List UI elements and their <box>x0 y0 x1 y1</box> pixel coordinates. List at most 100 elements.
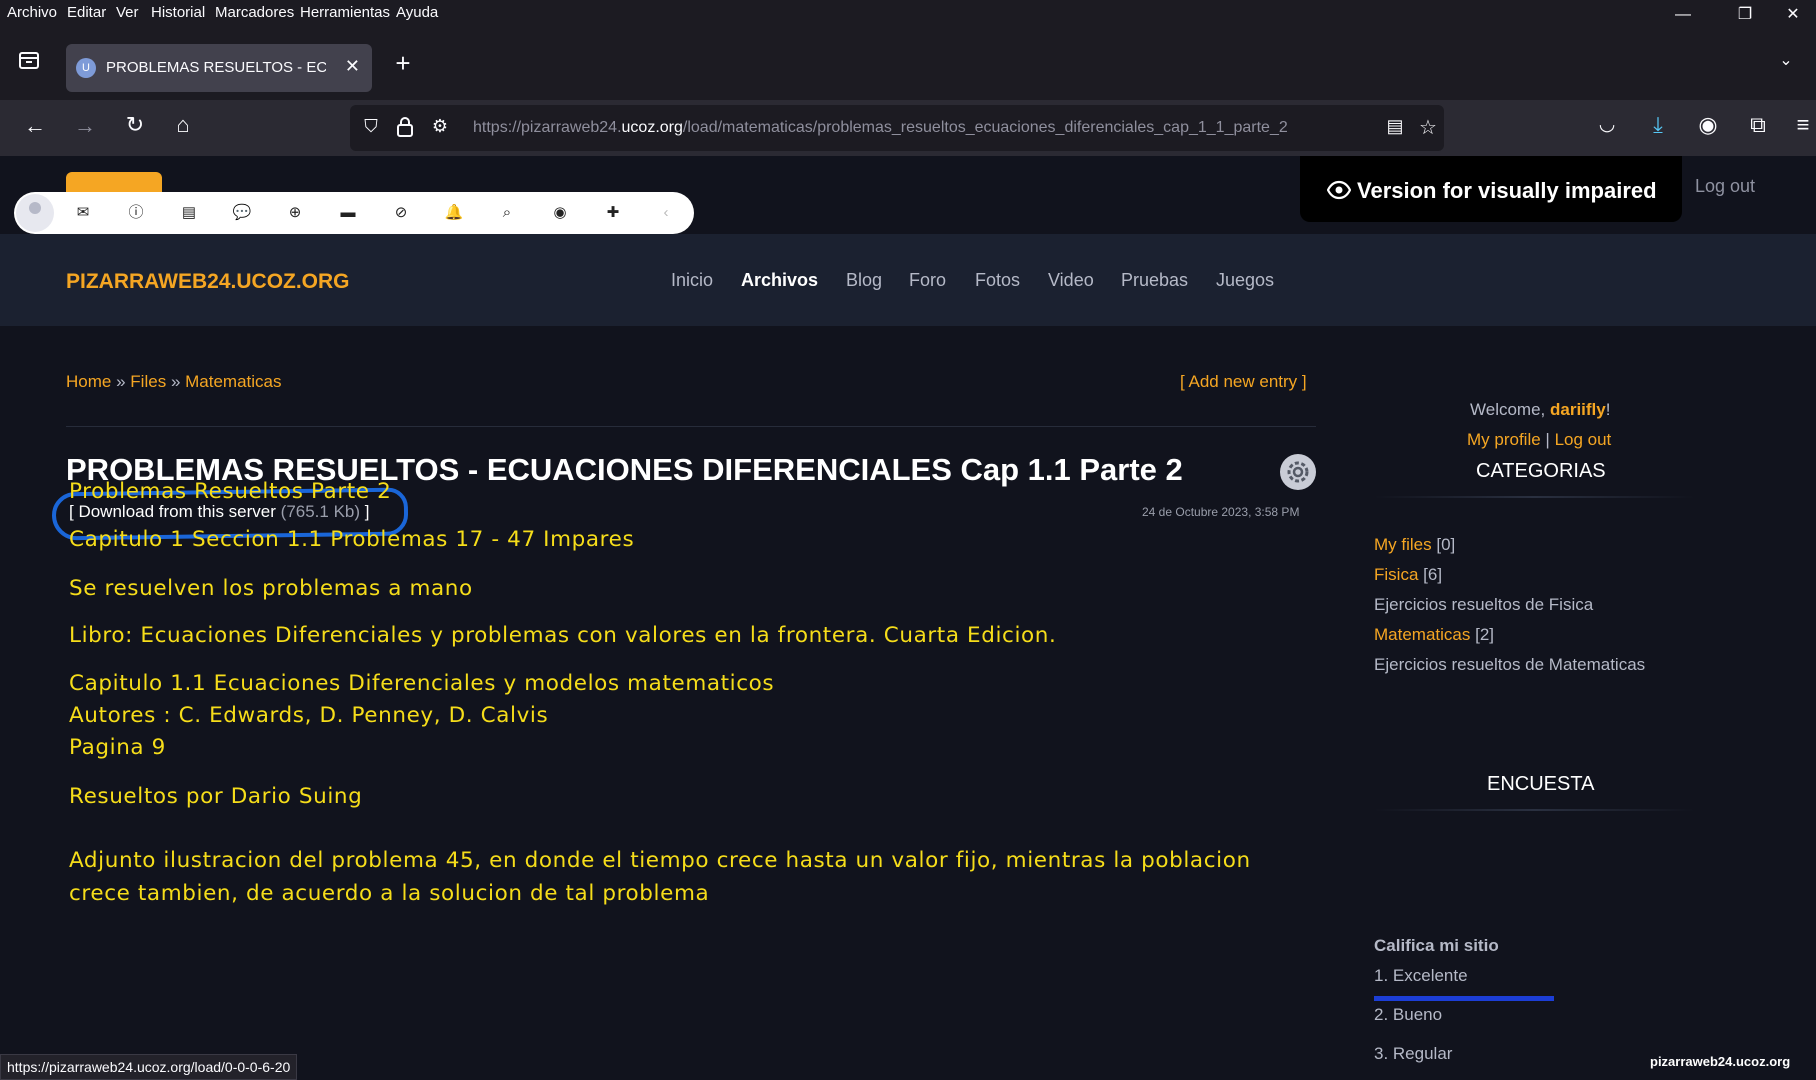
notes-icon[interactable]: ▤ <box>178 202 200 224</box>
tab-overview-icon[interactable] <box>14 48 44 78</box>
lock-icon[interactable] <box>392 116 418 143</box>
info-icon[interactable]: ⓘ <box>125 202 147 224</box>
category-item: Matematicas [2] <box>1374 625 1494 645</box>
menu-herramientas[interactable]: Herramientas <box>300 4 390 21</box>
nav-blog[interactable]: Blog <box>846 270 882 291</box>
gear-icon[interactable] <box>1280 454 1316 490</box>
home-icon[interactable]: ⌂ <box>168 112 198 138</box>
address-bar[interactable]: ⛉ ⚙ https://pizarraweb24.ucoz.org/load/m… <box>350 105 1444 151</box>
search-icon[interactable]: ⌕ <box>496 202 518 224</box>
close-window-icon[interactable]: ✕ <box>1770 4 1816 26</box>
menu-ver[interactable]: Ver <box>116 4 139 21</box>
category-item: My files [0] <box>1374 535 1455 555</box>
avatar[interactable] <box>16 194 54 232</box>
url-text[interactable]: https://pizarraweb24.ucoz.org/load/matem… <box>473 119 1363 137</box>
divider <box>1374 809 1694 811</box>
menu-archivo[interactable]: Archivo <box>7 4 57 21</box>
visually-impaired-label: Version for visually impaired <box>1357 178 1657 203</box>
poll-title: Califica mi sitio <box>1374 936 1499 955</box>
username[interactable]: dariifly <box>1550 400 1606 419</box>
breadcrumb-separator: » <box>170 372 181 391</box>
watermark: pizarraweb24.ucoz.org <box>1650 1054 1791 1069</box>
breadcrumb-category[interactable]: Matematicas <box>185 372 281 391</box>
poll-result-bar <box>1374 996 1554 1001</box>
content-line: Resueltos por Dario Suing <box>69 784 363 809</box>
restore-icon[interactable]: ❐ <box>1722 4 1768 26</box>
category-description: Ejercicios resueltos de Matematicas <box>1374 655 1646 674</box>
content-line: Libro: Ecuaciones Diferenciales y proble… <box>69 623 1057 648</box>
ucoz-user-toolbar: ✉ ⓘ ▤ 💬 ⊕ ▬ ⊘ 🔔 ⌕ ◉ ✚ ‹ <box>14 192 694 234</box>
category-link[interactable]: Fisica <box>1374 565 1418 584</box>
tab-list-chevron-icon[interactable]: ⌄ <box>1766 50 1806 70</box>
tab-bar: U PROBLEMAS RESUELTOS - ECUACIONES DIFER… <box>0 28 1816 100</box>
menu-historial[interactable]: Historial <box>151 4 205 21</box>
menu-marcadores[interactable]: Marcadores <box>215 4 294 21</box>
visually-impaired-button[interactable]: Version for visually impaired <box>1300 156 1682 222</box>
downloads-icon[interactable]: ⤓ <box>1643 112 1673 138</box>
reader-view-icon[interactable]: ▤ <box>1382 116 1408 137</box>
category-count: [2] <box>1475 625 1495 644</box>
breadcrumb-separator: » <box>116 372 126 391</box>
menu-editar[interactable]: Editar <box>67 4 106 21</box>
content-line: Capitulo 1.1 Ecuaciones Diferenciales y … <box>69 671 775 696</box>
app-menu-icon[interactable]: ≡ <box>1790 112 1816 138</box>
tab-close-icon[interactable]: ✕ <box>345 56 360 77</box>
collapse-icon[interactable]: ‹ <box>655 202 677 224</box>
site-header: PIZARRAWEB24.UCOZ.ORG Inicio Archivos Bl… <box>0 234 1816 326</box>
bookmark-star-icon[interactable]: ☆ <box>1414 115 1442 140</box>
my-profile-link[interactable]: My profile <box>1467 430 1541 449</box>
category-link[interactable]: My files <box>1374 535 1432 554</box>
nav-pruebas[interactable]: Pruebas <box>1121 270 1188 291</box>
nav-foro[interactable]: Foro <box>909 270 946 291</box>
logout-link[interactable]: Log out <box>1555 430 1612 449</box>
add-icon[interactable]: ⊕ <box>284 202 306 224</box>
profile-links: My profile | Log out <box>1467 430 1611 450</box>
new-tab-icon[interactable]: + <box>388 48 418 79</box>
breadcrumb: Home » Files » Matematicas <box>66 372 282 392</box>
navigation-toolbar: ← → ↻ ⌂ ⛉ ⚙ https://pizarraweb24.ucoz.or… <box>0 100 1816 156</box>
content-line: crece tambien, de acuerdo a la solucion … <box>69 881 710 906</box>
bell-icon[interactable]: 🔔 <box>443 202 465 224</box>
menu-bar: Archivo Editar Ver Historial Marcadores … <box>0 0 1816 28</box>
folder-icon[interactable]: ▬ <box>337 202 359 224</box>
add-new-entry-link[interactable]: [ Add new entry ] <box>1180 372 1307 392</box>
eye-icon[interactable]: ◉ <box>549 202 571 224</box>
breadcrumb-files[interactable]: Files <box>130 372 166 391</box>
chat-icon[interactable]: 💬 <box>231 202 253 224</box>
nav-fotos[interactable]: Fotos <box>975 270 1020 291</box>
site-favicon-icon: U <box>76 58 96 78</box>
content-line: Adjunto ilustracion del problema 45, en … <box>69 848 1251 873</box>
category-count: [0] <box>1436 535 1456 554</box>
nav-video[interactable]: Video <box>1048 270 1094 291</box>
welcome-suffix: ! <box>1605 400 1611 419</box>
site-logo-text[interactable]: PIZARRAWEB24.UCOZ.ORG <box>66 270 350 294</box>
category-link[interactable]: Matematicas <box>1374 625 1470 644</box>
permissions-icon[interactable]: ⚙ <box>426 116 454 137</box>
tracking-shield-icon[interactable]: ⛉ <box>358 116 384 137</box>
nav-archivos[interactable]: Archivos <box>741 270 818 291</box>
minimize-icon[interactable]: — <box>1660 4 1706 26</box>
divider <box>66 426 1316 427</box>
content-line: Pagina 9 <box>69 735 166 760</box>
entry-date: 24 de Octubre 2023, 3:58 PM <box>1142 505 1300 519</box>
nav-inicio[interactable]: Inicio <box>671 270 713 291</box>
breadcrumb-home[interactable]: Home <box>66 372 111 391</box>
back-icon[interactable]: ← <box>20 113 50 139</box>
category-count: [6] <box>1423 565 1443 584</box>
ucoz-top-strip: ✉ ⓘ ▤ 💬 ⊕ ▬ ⊘ 🔔 ⌕ ◉ ✚ ‹ Version for visu… <box>0 156 1816 234</box>
logout-link-top[interactable]: Log out <box>1695 176 1755 197</box>
nav-juegos[interactable]: Juegos <box>1216 270 1274 291</box>
pocket-icon[interactable]: ◡ <box>1592 113 1622 136</box>
mail-icon[interactable]: ✉ <box>72 202 94 224</box>
puzzle-icon[interactable]: ✚ <box>602 202 624 224</box>
block-icon[interactable]: ⊘ <box>390 202 412 224</box>
tab-active[interactable]: U PROBLEMAS RESUELTOS - ECUACIONES DIFER… <box>66 44 372 92</box>
forward-icon[interactable]: → <box>70 113 100 139</box>
poll-option: 3. Regular <box>1374 1044 1453 1063</box>
welcome-text: Welcome, dariifly! <box>1470 400 1610 420</box>
account-icon[interactable]: ◉ <box>1693 112 1723 138</box>
poll-option: 2. Bueno <box>1374 1005 1443 1024</box>
reload-icon[interactable]: ↻ <box>120 112 150 138</box>
menu-ayuda[interactable]: Ayuda <box>396 4 438 21</box>
extensions-icon[interactable]: ⧉ <box>1743 112 1773 138</box>
